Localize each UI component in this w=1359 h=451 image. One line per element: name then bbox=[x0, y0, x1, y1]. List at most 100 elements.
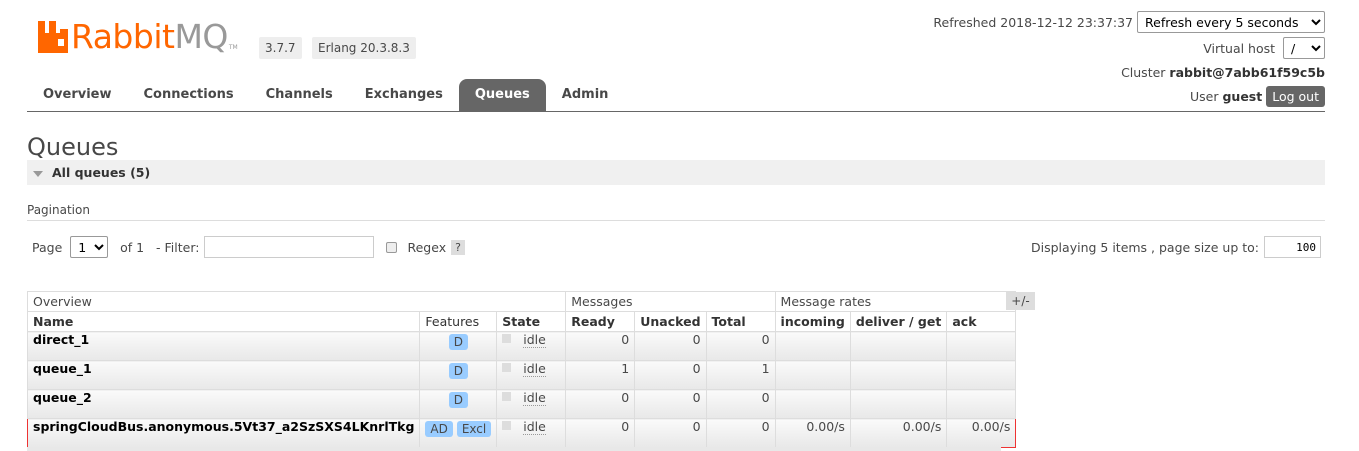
table-row: direct_1 D idle 0 0 0 bbox=[26, 331, 1017, 361]
logo-mq-text: MQ bbox=[174, 17, 228, 56]
section-label: All queues (5) bbox=[52, 165, 151, 180]
total-cell: 1 bbox=[705, 360, 776, 390]
incoming-cell bbox=[774, 331, 851, 361]
tab-channels[interactable]: Channels bbox=[250, 79, 349, 111]
state-indicator-icon bbox=[502, 334, 512, 343]
ack-cell: 0.00/s bbox=[946, 418, 1017, 448]
table-row: queue_2 D idle 0 0 0 bbox=[26, 389, 1017, 419]
filter-label: - Filter: bbox=[156, 239, 200, 255]
queue-name-link[interactable]: queue_2 bbox=[26, 389, 421, 419]
total-cell: 0 bbox=[705, 389, 776, 419]
state-cell: idle bbox=[496, 331, 567, 361]
virtual-host-label: Virtual host bbox=[1203, 40, 1276, 56]
tab-connections[interactable]: Connections bbox=[128, 79, 250, 111]
column-header-row: Name Features State Ready Unacked Total … bbox=[26, 311, 1017, 332]
ack-cell bbox=[946, 389, 1017, 419]
page-size-control: Displaying 5 items , page size up to: bbox=[1031, 236, 1321, 258]
page-select[interactable]: 1 bbox=[70, 236, 109, 258]
incoming-cell bbox=[774, 389, 851, 419]
state-cell: idle bbox=[496, 360, 567, 390]
features-cell: D bbox=[419, 389, 498, 419]
feature-badge: AD bbox=[425, 421, 453, 437]
unacked-cell: 0 bbox=[634, 360, 707, 390]
col-features: Features bbox=[419, 311, 498, 332]
logo-rabbit-text: Rabbit bbox=[71, 17, 175, 56]
queue-name-link[interactable]: direct_1 bbox=[26, 331, 421, 361]
state-indicator-icon bbox=[502, 421, 512, 430]
state-text: idle bbox=[523, 390, 546, 406]
table-row-partial bbox=[27, 447, 1001, 451]
tab-admin[interactable]: Admin bbox=[546, 79, 625, 111]
incoming-cell: 0.00/s bbox=[774, 418, 851, 448]
deliver-cell bbox=[849, 360, 948, 390]
ack-cell bbox=[946, 331, 1017, 361]
refresh-line: Refreshed 2018-12-12 23:37:37 Refresh ev… bbox=[933, 10, 1325, 34]
state-text: idle bbox=[523, 419, 546, 435]
logo-trademark: TM bbox=[228, 44, 238, 51]
state-text: idle bbox=[523, 332, 546, 348]
col-deliver-get[interactable]: deliver / get bbox=[849, 311, 948, 332]
filter-input[interactable] bbox=[204, 236, 375, 258]
deliver-cell: 0.00/s bbox=[849, 418, 948, 448]
rabbitmq-logo: RabbitMQ TM bbox=[38, 19, 238, 55]
table-row-highlighted: springCloudBus.anonymous.5Vt37_a2SzSXS4L… bbox=[26, 418, 1017, 448]
col-total[interactable]: Total bbox=[705, 311, 776, 332]
deliver-cell bbox=[849, 331, 948, 361]
column-toggle-button[interactable]: +/- bbox=[1006, 292, 1035, 310]
queues-table: Overview Messages Message rates Name Fea… bbox=[26, 291, 1017, 448]
state-text: idle bbox=[523, 361, 546, 377]
regex-label: Regex bbox=[407, 239, 447, 255]
refreshed-time: 2018-12-12 23:37:37 bbox=[1000, 14, 1134, 30]
queue-name-link[interactable]: springCloudBus.anonymous.5Vt37_a2SzSXS4L… bbox=[26, 418, 421, 448]
divider bbox=[27, 220, 1325, 221]
page-size-input[interactable] bbox=[1264, 236, 1321, 258]
state-cell: idle bbox=[496, 389, 567, 419]
features-cell: D bbox=[419, 360, 498, 390]
total-cell: 0 bbox=[705, 418, 776, 448]
col-unacked[interactable]: Unacked bbox=[634, 311, 707, 332]
ready-cell: 0 bbox=[565, 331, 636, 361]
ready-cell: 0 bbox=[565, 389, 636, 419]
tab-overview[interactable]: Overview bbox=[27, 79, 128, 111]
features-cell: D bbox=[419, 331, 498, 361]
rabbitmq-logo-icon bbox=[38, 21, 68, 53]
feature-badge: Excl bbox=[456, 421, 492, 437]
table-row: queue_1 D idle 1 0 1 bbox=[26, 360, 1017, 390]
virtual-host-select[interactable]: / bbox=[1283, 37, 1325, 59]
pager: Page 1 of 1 - Filter: Regex ? bbox=[32, 236, 465, 258]
regex-help-icon[interactable]: ? bbox=[451, 239, 465, 255]
regex-checkbox[interactable] bbox=[386, 241, 398, 253]
state-indicator-icon bbox=[502, 363, 512, 372]
page-of-label: of 1 bbox=[120, 239, 145, 255]
cluster-label: Cluster bbox=[1121, 64, 1166, 80]
col-name[interactable]: Name bbox=[26, 311, 421, 332]
col-ready[interactable]: Ready bbox=[565, 311, 636, 332]
group-messages: Messages bbox=[565, 291, 776, 312]
total-cell: 0 bbox=[705, 331, 776, 361]
ready-cell: 1 bbox=[565, 360, 636, 390]
refresh-interval-select[interactable]: Refresh every 5 seconds bbox=[1137, 11, 1325, 33]
col-state[interactable]: State bbox=[496, 311, 567, 332]
pagination-label: Pagination bbox=[27, 203, 90, 217]
col-ack[interactable]: ack bbox=[946, 311, 1017, 332]
collapse-triangle-icon bbox=[33, 170, 43, 177]
tab-exchanges[interactable]: Exchanges bbox=[349, 79, 459, 111]
erlang-version-badge: Erlang 20.3.8.3 bbox=[312, 37, 416, 59]
queue-name-link[interactable]: queue_1 bbox=[26, 360, 421, 390]
state-indicator-icon bbox=[502, 392, 512, 401]
col-incoming[interactable]: incoming bbox=[774, 311, 851, 332]
ready-cell: 0 bbox=[565, 418, 636, 448]
main-nav: Overview Connections Channels Exchanges … bbox=[27, 79, 1325, 112]
unacked-cell: 0 bbox=[634, 389, 707, 419]
feature-badge: D bbox=[448, 363, 468, 379]
all-queues-section-toggle[interactable]: All queues (5) bbox=[27, 160, 1325, 185]
logo-wordmark: RabbitMQ bbox=[71, 19, 228, 55]
vhost-line: Virtual host / bbox=[933, 36, 1325, 60]
unacked-cell: 0 bbox=[634, 331, 707, 361]
group-message-rates: Message rates bbox=[774, 291, 1017, 312]
page-title: Queues bbox=[27, 133, 119, 161]
refreshed-label: Refreshed bbox=[933, 14, 997, 30]
ack-cell bbox=[946, 360, 1017, 390]
tab-queues[interactable]: Queues bbox=[458, 79, 546, 111]
features-cell: AD Excl bbox=[419, 418, 498, 448]
